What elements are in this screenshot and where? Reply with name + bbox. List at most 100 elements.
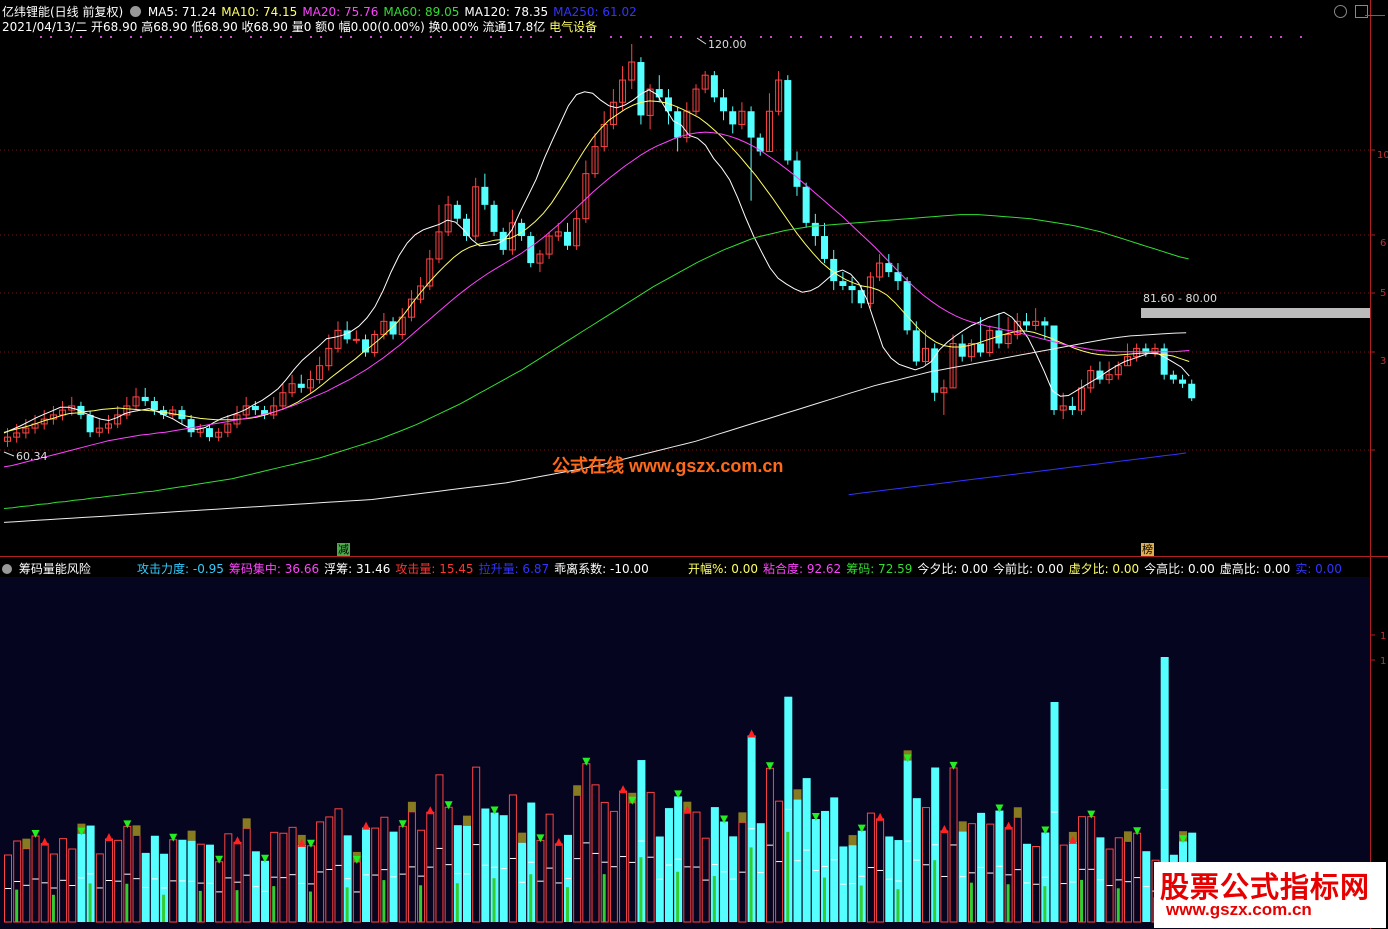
signal-dot xyxy=(830,36,832,38)
high-price-label: 120.00 xyxy=(708,38,747,51)
indicator-value-5: 乖离系数: -10.00 xyxy=(554,562,649,576)
candle-body-down xyxy=(811,222,819,237)
signal-dot xyxy=(910,36,912,38)
indicator-name[interactable]: 筹码量能风险 xyxy=(19,562,91,576)
signal-dot xyxy=(1250,36,1252,38)
signal-dot xyxy=(1150,36,1152,38)
signal-dot xyxy=(370,36,372,38)
volume-inner-bar xyxy=(749,847,753,922)
candle-body-down xyxy=(1022,321,1030,326)
volume-inner-bar xyxy=(235,890,239,922)
candle-body-down xyxy=(839,281,847,286)
volume-cap xyxy=(518,832,527,843)
ma-line-ma120 xyxy=(3,332,1187,523)
signal-dot xyxy=(790,36,792,38)
volume-inner-bar xyxy=(823,877,827,922)
indicator-values-right: 开幅%: 0.00 粘合度: 92.62 筹码: 72.59 今夕比: 0.00 今前比… xyxy=(688,560,1347,577)
signal-dot xyxy=(320,36,322,38)
reduce-marker[interactable]: 减 xyxy=(337,543,350,556)
signal-dot xyxy=(430,36,432,38)
volume-cap xyxy=(848,835,857,846)
signal-dot xyxy=(340,36,342,38)
signal-dot xyxy=(500,36,502,38)
signal-dot xyxy=(1060,36,1062,38)
volume-cap xyxy=(1013,807,1022,818)
volume-cap xyxy=(242,818,251,829)
signal-dot xyxy=(940,36,942,38)
indicator-value-8: 实: 0.00 xyxy=(1295,562,1342,576)
signal-dot xyxy=(680,36,682,38)
signal-dot xyxy=(40,36,42,38)
indicator-value-3: 攻击量: 15.45 xyxy=(395,562,474,576)
signal-dot xyxy=(1210,36,1212,38)
signal-dot xyxy=(1040,36,1042,38)
indicator-value-4: 今前比: 0.00 xyxy=(993,562,1064,576)
volume-inner-bar xyxy=(15,889,19,922)
signal-dot xyxy=(110,36,112,38)
candle-body-down xyxy=(389,321,397,335)
candle-body-down xyxy=(297,383,305,388)
signal-dot xyxy=(860,36,862,38)
signal-dot xyxy=(560,36,562,38)
signal-dot xyxy=(160,36,162,38)
settings-circle-icon[interactable] xyxy=(130,6,142,17)
volume-cap xyxy=(1123,831,1132,842)
candle-body-down xyxy=(1188,383,1196,399)
volume-cap xyxy=(22,838,31,849)
signal-dot xyxy=(1240,36,1242,38)
indicator-value-7: 虚高比: 0.00 xyxy=(1219,562,1291,576)
ma-legend-item-1: MA10: 74.15 xyxy=(221,5,298,19)
volume-inner-bar xyxy=(1043,886,1047,922)
candle-body-down xyxy=(1068,405,1076,411)
signal-dot xyxy=(1220,36,1222,38)
volume-cap xyxy=(187,830,196,841)
candle-body-down xyxy=(912,330,920,362)
volume-inner-bar xyxy=(88,883,92,922)
zoom-circle-icon[interactable] xyxy=(1334,5,1347,18)
axis-tick-label: 1 xyxy=(1380,656,1387,667)
candle-body-down xyxy=(977,343,985,353)
candle-body-down xyxy=(848,285,856,291)
list-marker[interactable]: 榜 xyxy=(1141,543,1154,556)
candle-body-down xyxy=(453,204,461,219)
volume-inner-bar xyxy=(529,874,533,922)
signal-dot xyxy=(100,36,102,38)
signal-dot xyxy=(620,36,622,38)
ma-line-ma250 xyxy=(848,452,1187,496)
indicator-values-left: 攻击力度: -0.95 筹码集中: 36.66 浮筹: 31.46 攻击量: 15.4… xyxy=(137,560,654,577)
candle-body-down xyxy=(527,236,535,264)
candle-body-down xyxy=(903,281,911,331)
volume-inner-bar xyxy=(1006,884,1010,922)
stock-name[interactable]: 亿纬锂能(日线 前复权) xyxy=(2,5,123,19)
signal-dot xyxy=(250,36,252,38)
volume-inner-bar xyxy=(162,894,166,922)
volume-inner-bar xyxy=(1116,888,1120,922)
signal-dot xyxy=(590,36,592,38)
candle-body-down xyxy=(637,62,645,116)
indicator-value-0: 攻击力度: -0.95 xyxy=(137,562,224,576)
candle-body-down xyxy=(490,204,498,232)
collapse-circle-icon[interactable] xyxy=(2,564,12,574)
info-line: 2021/04/13/二 开68.90 高68.90 低68.90 收68.90… xyxy=(2,18,597,35)
low-pointer xyxy=(3,451,15,457)
candle-body-down xyxy=(720,97,728,112)
candle-body-down xyxy=(481,186,489,205)
signal-dot xyxy=(260,36,262,38)
candle-body-down xyxy=(802,186,810,223)
signal-dot xyxy=(580,36,582,38)
signal-dot xyxy=(770,36,772,38)
signal-dot xyxy=(310,36,312,38)
ma-legend-item-3: MA60: 89.05 xyxy=(383,5,460,19)
signal-dot xyxy=(130,36,132,38)
volume-cap xyxy=(958,821,967,832)
indicator-value-6: 今高比: 0.00 xyxy=(1144,562,1215,576)
signal-dot xyxy=(1030,36,1032,38)
signal-dot xyxy=(820,36,822,38)
maximize-icon[interactable] xyxy=(1355,5,1368,18)
candle-body-down xyxy=(655,89,663,98)
signal-dot xyxy=(490,36,492,38)
ma-legend-item-2: MA20: 75.76 xyxy=(302,5,379,19)
signal-dot xyxy=(890,36,892,38)
ma-line-ma5 xyxy=(3,89,1190,434)
signal-dot xyxy=(1130,36,1132,38)
